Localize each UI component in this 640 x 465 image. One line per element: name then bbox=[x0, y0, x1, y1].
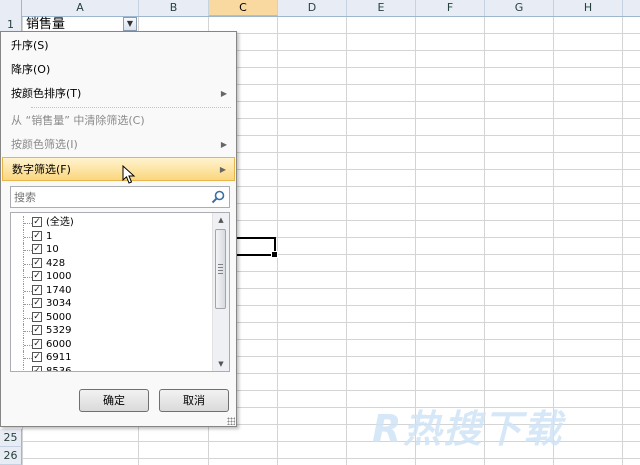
checkbox[interactable]: ✓ bbox=[32, 311, 42, 322]
list-item-label: 6911 bbox=[46, 352, 72, 363]
menu-separator bbox=[31, 107, 231, 108]
list-item-label: 6000 bbox=[46, 338, 72, 350]
menu-filter-by-color: 按颜色筛选(I) ▶ bbox=[2, 133, 235, 157]
filter-dropdown-button[interactable]: ▼ bbox=[123, 17, 137, 31]
menu-label: 按颜色排序(T) bbox=[11, 87, 82, 100]
menu-sort-descending[interactable]: 降序(O) bbox=[2, 58, 235, 82]
search-input[interactable] bbox=[11, 187, 204, 207]
menu-label: 按颜色筛选(I) bbox=[11, 138, 78, 151]
list-item-label: (全选) bbox=[46, 217, 74, 228]
menu-label: 数字筛选(F) bbox=[12, 163, 71, 176]
tree-line bbox=[24, 290, 32, 292]
menu-clear-filter: 从 “销售量” 中清除筛选(C) bbox=[2, 109, 235, 133]
grip-line bbox=[218, 264, 223, 265]
checkbox[interactable]: ✓ bbox=[32, 338, 42, 349]
checkbox[interactable]: ✓ bbox=[32, 365, 42, 371]
tree-line bbox=[24, 250, 32, 251]
checkbox[interactable]: ✓ bbox=[32, 271, 42, 281]
search-icon[interactable] bbox=[210, 189, 226, 205]
tree-line bbox=[24, 372, 32, 373]
row-header-25[interactable]: 25 bbox=[0, 429, 22, 447]
checkbox[interactable]: ✓ bbox=[32, 284, 42, 295]
search-box[interactable] bbox=[10, 186, 230, 208]
tree-line bbox=[24, 304, 32, 305]
ok-button[interactable]: 确定 bbox=[79, 389, 149, 412]
grip-line bbox=[218, 270, 223, 271]
checkbox[interactable]: ✓ bbox=[32, 257, 42, 268]
tree-line bbox=[24, 331, 32, 332]
grip-line bbox=[218, 273, 223, 274]
grid-line bbox=[277, 16, 278, 465]
filter-dropdown-panel: 升序(S) 降序(O) 按颜色排序(T) ▶ 从 “销售量” 中清除筛选(C) … bbox=[0, 31, 237, 427]
checkbox[interactable]: ✓ bbox=[32, 352, 42, 362]
submenu-arrow-icon: ▶ bbox=[220, 140, 227, 149]
checkbox[interactable]: ✓ bbox=[32, 230, 42, 241]
list-item-label: 3034 bbox=[46, 298, 72, 309]
tree-line bbox=[24, 236, 32, 238]
watermark-logo: R热搜下载 bbox=[372, 407, 564, 451]
list-item-label: 5000 bbox=[46, 311, 72, 323]
grid-line bbox=[622, 16, 623, 465]
mouse-cursor-icon bbox=[122, 165, 136, 184]
scroll-thumb[interactable] bbox=[215, 229, 226, 309]
grip-line bbox=[218, 267, 223, 268]
checkbox[interactable]: ✓ bbox=[32, 298, 42, 308]
scroll-down-icon[interactable]: ▼ bbox=[213, 357, 229, 371]
column-header-g[interactable]: G bbox=[485, 0, 554, 16]
scroll-up-icon[interactable]: ▲ bbox=[213, 213, 229, 227]
tree-line bbox=[24, 358, 32, 359]
checkbox[interactable]: ✓ bbox=[32, 217, 42, 227]
list-item-label: 5329 bbox=[46, 325, 72, 336]
menu-sort-by-color[interactable]: 按颜色排序(T) ▶ bbox=[2, 82, 235, 106]
grid-line bbox=[346, 16, 347, 465]
menu-label: 降序(O) bbox=[11, 63, 51, 76]
column-header-f[interactable]: F bbox=[416, 0, 485, 16]
tree-line bbox=[24, 344, 32, 346]
list-item-label: 10 bbox=[46, 244, 59, 255]
column-header-c[interactable]: C bbox=[209, 0, 278, 16]
tree-line bbox=[24, 223, 32, 224]
checkbox[interactable]: ✓ bbox=[32, 244, 42, 254]
selected-cell[interactable] bbox=[233, 237, 278, 258]
list-item-label: 428 bbox=[46, 257, 66, 269]
column-header-d[interactable]: D bbox=[278, 0, 347, 16]
tree-line bbox=[24, 277, 32, 278]
list-scrollbar[interactable]: ▲ ▼ bbox=[212, 213, 229, 371]
value-list[interactable]: ✓ (全选) ✓ 1 ✓ 10 ✓ 428 ✓ 1000 ✓ 1740 ✓ 3034 ✓ 5000 ✓ 5329 ✓… bbox=[10, 212, 230, 372]
fill-handle[interactable] bbox=[271, 251, 278, 258]
column-header-b[interactable]: B bbox=[139, 0, 209, 16]
column-header-h[interactable]: H bbox=[554, 0, 623, 16]
submenu-arrow-icon: ▶ bbox=[220, 89, 227, 98]
select-all-corner[interactable] bbox=[0, 0, 22, 16]
column-header-e[interactable]: E bbox=[347, 0, 416, 16]
list-item-label: 1740 bbox=[46, 284, 72, 296]
menu-label: 从 “销售量” 中清除筛选(C) bbox=[11, 114, 145, 127]
dropdown-arrow-icon: ▼ bbox=[126, 19, 134, 28]
menu-sort-ascending[interactable]: 升序(S) bbox=[2, 34, 235, 58]
resize-grip-icon[interactable] bbox=[227, 417, 235, 425]
checkbox[interactable]: ✓ bbox=[32, 325, 42, 335]
tree-line bbox=[24, 263, 32, 265]
list-item-label: 8536 bbox=[46, 365, 72, 372]
list-item-label: 1 bbox=[46, 230, 53, 242]
tree-line bbox=[24, 317, 32, 319]
row-header-26[interactable]: 26 bbox=[0, 447, 22, 465]
cancel-button[interactable]: 取消 bbox=[159, 389, 229, 412]
column-header-a[interactable]: A bbox=[22, 0, 139, 16]
menu-label: 升序(S) bbox=[11, 39, 49, 52]
list-item-label: 1000 bbox=[46, 271, 72, 282]
menu-number-filter[interactable]: 数字筛选(F) ▶ bbox=[2, 157, 235, 181]
submenu-arrow-icon: ▶ bbox=[219, 165, 226, 174]
